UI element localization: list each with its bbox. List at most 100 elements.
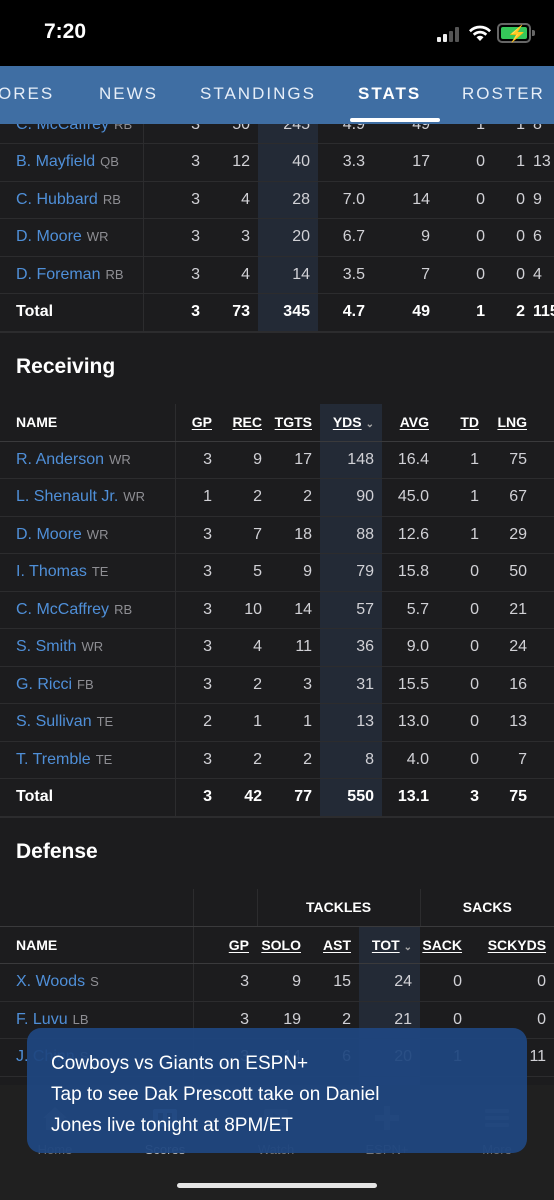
player-name[interactable]: C. McCaffrey: [16, 601, 109, 618]
stat-cell: 0: [493, 181, 533, 219]
column-header-label: AVG: [399, 414, 429, 430]
column-header-td[interactable]: TD: [437, 403, 487, 442]
table-row[interactable]: T. Tremble TE 3 2 2 8 4.0 0 7: [0, 741, 554, 779]
stat-cell: 7: [373, 256, 438, 294]
player-name[interactable]: F. Luvu: [16, 1011, 68, 1028]
column-header-sckyds[interactable]: SCKYDS: [470, 926, 554, 964]
stat-cell: 20: [258, 218, 318, 257]
player-name[interactable]: X. Woods: [16, 973, 85, 990]
column-header-label: GP: [191, 414, 212, 430]
column-header-avg[interactable]: AVG: [382, 403, 437, 442]
stat-cell: 15.8: [382, 553, 437, 592]
tab-stats[interactable]: STATS: [358, 84, 421, 104]
tab-roster[interactable]: ROSTER: [462, 84, 545, 104]
stat-cell: 29: [487, 516, 535, 554]
defense-section-title: Defense: [0, 816, 554, 889]
stat-cell: 115: [533, 293, 554, 332]
tab-news[interactable]: NEWS: [99, 84, 158, 104]
stat-cell: 15.5: [382, 666, 437, 704]
stat-cell: 3: [143, 124, 208, 144]
column-header-sack[interactable]: SACK: [420, 926, 471, 964]
stat-cell: 7: [487, 741, 535, 779]
table-row[interactable]: C. McCaffrey RB 3 50 245 4.9 49 1 1 8: [0, 124, 554, 144]
table-row[interactable]: X. Woods S 3 9 15 24 0 0: [0, 963, 554, 1002]
column-header-label: REC: [232, 414, 262, 430]
stat-cell: 13: [320, 703, 382, 742]
player-name[interactable]: D. Foreman: [16, 266, 100, 283]
player-name[interactable]: I. Thomas: [16, 563, 87, 580]
stat-cell: 3: [175, 591, 220, 629]
player-name[interactable]: T. Tremble: [16, 751, 91, 768]
column-header-ast[interactable]: AST: [309, 926, 359, 964]
stat-cell: 3: [143, 218, 208, 257]
stat-cell: 1: [438, 124, 493, 144]
table-row[interactable]: S. Sullivan TE 2 1 1 13 13.0 0 13: [0, 703, 554, 742]
stat-cell: 5: [220, 553, 270, 592]
table-row[interactable]: C. McCaffrey RB 3 10 14 57 5.7 0 21: [0, 591, 554, 629]
table-row[interactable]: G. Ricci FB 3 2 3 31 15.5 0 16: [0, 666, 554, 704]
stat-cell: 2: [220, 666, 270, 704]
stat-cell: 3: [143, 256, 208, 294]
table-row[interactable]: B. Mayfield QB 3 12 40 3.3 17 0 1 13: [0, 143, 554, 182]
column-header-tgts[interactable]: TGTS: [270, 403, 320, 442]
table-row[interactable]: I. Thomas TE 3 5 9 79 15.8 0 50: [0, 553, 554, 592]
player-name[interactable]: D. Moore: [16, 526, 82, 543]
stat-cell: 10: [220, 591, 270, 629]
column-header-lng[interactable]: LNG: [487, 403, 535, 442]
player-name[interactable]: R. Anderson: [16, 451, 104, 468]
player-name[interactable]: C. McCaffrey: [16, 124, 109, 133]
receiving-section-title: Receiving: [0, 331, 554, 404]
stat-cell: 14: [270, 591, 320, 629]
promo-toast[interactable]: Cowboys vs Giants on ESPN+ Tap to see Da…: [27, 1028, 527, 1153]
player-name[interactable]: C. Hubbard: [16, 191, 98, 208]
signal-icon: [437, 26, 463, 42]
player-name[interactable]: G. Ricci: [16, 676, 72, 693]
stat-cell: 4.7: [318, 293, 373, 332]
total-row: Total 3 73 345 4.7 49 1 2 115: [0, 293, 554, 332]
tab-scores[interactable]: ORES: [0, 84, 54, 104]
table-row[interactable]: D. Moore WR 3 7 18 88 12.6 1 29: [0, 516, 554, 554]
home-indicator[interactable]: [177, 1183, 377, 1188]
stat-cell: 3: [437, 778, 487, 817]
table-row[interactable]: S. Smith WR 3 4 11 36 9.0 0 24: [0, 628, 554, 667]
player-name[interactable]: B. Mayfield: [16, 153, 95, 170]
player-name[interactable]: D. Moore: [16, 228, 82, 245]
column-header-tot[interactable]: TOT ⌄: [359, 926, 421, 964]
toast-text-line: Jones live tonight at 8PM/ET: [51, 1115, 293, 1136]
group-spacer: [193, 888, 258, 927]
group-tackles: TACKLES: [257, 888, 421, 927]
player-position: WR: [81, 639, 104, 655]
player-position: TE: [96, 714, 114, 730]
column-header-solo[interactable]: SOLO: [257, 926, 309, 964]
player-position: WR: [123, 489, 145, 505]
column-header-label: LNG: [497, 414, 527, 430]
overflow-cell: [535, 478, 554, 517]
overflow-cell: [535, 441, 554, 479]
stat-cell: 8: [533, 124, 554, 144]
player-name[interactable]: L. Shenault Jr.: [16, 488, 118, 505]
stat-cell: 3: [175, 553, 220, 592]
stat-cell: 2: [220, 741, 270, 779]
column-header-gp[interactable]: GP: [175, 403, 220, 442]
player-name[interactable]: S. Sullivan: [16, 713, 92, 730]
table-row[interactable]: L. Shenault Jr. WR 1 2 2 90 45.0 1 67: [0, 478, 554, 517]
column-header-label: SACK: [422, 936, 463, 953]
table-row[interactable]: R. Anderson WR 3 9 17 148 16.4 1 75: [0, 441, 554, 479]
stat-cell: 77: [270, 778, 320, 817]
tab-standings[interactable]: STANDINGS: [200, 84, 316, 104]
player-name[interactable]: S. Smith: [16, 638, 76, 655]
stat-cell: 75: [487, 778, 535, 817]
table-row[interactable]: C. Hubbard RB 3 4 28 7.0 14 0 0 9: [0, 181, 554, 219]
column-header-gp[interactable]: GP: [193, 926, 257, 964]
stat-cell: 345: [258, 293, 318, 332]
stat-cell: 13.1: [382, 778, 437, 817]
stat-cell: 28: [258, 181, 318, 219]
toast-text-line: Tap to see Dak Prescott take on Daniel: [51, 1084, 380, 1105]
rushing-table: C. McCaffrey RB 3 50 245 4.9 49 1 1 8 B. …: [0, 124, 554, 332]
column-header-rec[interactable]: REC: [220, 403, 270, 442]
column-header-yds[interactable]: YDS ⌄: [320, 403, 382, 442]
table-row[interactable]: D. Foreman RB 3 4 14 3.5 7 0 0 4: [0, 256, 554, 294]
table-row[interactable]: D. Moore WR 3 3 20 6.7 9 0 0 6: [0, 218, 554, 257]
player-position: TE: [95, 751, 113, 767]
table-header-row: NAME GP REC TGTS YDS ⌄ AVG TD LNG: [0, 403, 554, 442]
